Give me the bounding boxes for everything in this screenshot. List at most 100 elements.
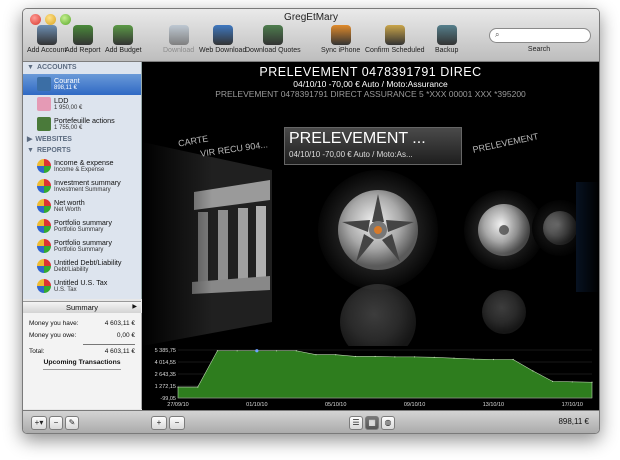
report-item[interactable]: Investment summary Investment Summary — [23, 176, 141, 197]
reports-header[interactable]: ▼ REPORTS — [27, 147, 71, 154]
app-window: GregEtMary Add Account Add Report Add Budg… — [22, 8, 600, 434]
report-item[interactable]: payeePayee Summary — [23, 296, 141, 299]
chart-x-tick: 05/10/10 — [325, 402, 346, 408]
chart-x-tick: 17/10/10 — [562, 402, 583, 408]
summary-total-row: Total: 4 603,11 € — [29, 348, 135, 355]
chart-y-tick: 2 643,35 — [155, 372, 176, 378]
cover-flow-view-icon[interactable]: ▦ — [365, 416, 379, 430]
report-type: Investment Summary — [54, 187, 111, 193]
report-name: Investment summary — [54, 178, 121, 187]
search-input[interactable]: ⌕ — [489, 28, 591, 43]
balance-point — [374, 355, 376, 358]
account-item[interactable]: Portefeuille actions 1 755,00 € — [23, 114, 141, 135]
backup-button[interactable]: Backup — [435, 25, 458, 59]
balance-point — [295, 350, 297, 352]
account-name: Courant — [54, 76, 80, 85]
pie-chart-icon — [37, 259, 51, 273]
disclosure-open-icon: ▼ — [27, 147, 34, 154]
bank-icon — [36, 25, 57, 45]
accounts-header[interactable]: ▼ ACCOUNTS — [27, 64, 77, 71]
balance-point — [394, 356, 396, 358]
divider — [43, 369, 121, 370]
balance-point — [216, 350, 219, 352]
chart-view-icon[interactable]: ◍ — [381, 416, 395, 430]
report-name: payee — [54, 298, 74, 299]
websites-header[interactable]: ▶ WEBSITES — [27, 135, 72, 143]
transaction-details: 04/10/10 -70,00 € Auto / Moto:Assurance — [293, 79, 448, 89]
balance-area[interactable] — [177, 350, 593, 399]
report-item[interactable]: Portfolio summary Portfolio Summary — [23, 216, 141, 237]
chart-y-tick: 4 014,55 — [155, 360, 176, 366]
balance-point — [551, 380, 554, 382]
piggybank-icon — [37, 97, 51, 111]
account-name: LDD — [54, 96, 69, 105]
balance-point — [354, 355, 357, 358]
report-name: Untitled Debt/Liability — [54, 258, 122, 267]
current-date-marker[interactable] — [255, 349, 259, 353]
summary-have-value: 4 603,11 € — [104, 320, 135, 327]
web-download-button[interactable]: Web Download — [199, 25, 246, 59]
balance-point — [433, 356, 435, 358]
summary-have-label: Money you have: — [29, 320, 79, 327]
add-report-button[interactable]: Add Report — [65, 25, 100, 59]
reports-header-label: REPORTS — [36, 147, 71, 154]
toolbar-button-label: Confirm Scheduled — [365, 47, 425, 54]
account-balance: 898,11 € — [54, 85, 77, 91]
summary-divider — [83, 344, 135, 345]
iphone-icon — [330, 25, 351, 45]
report-name: Portfolio summary — [54, 218, 112, 227]
report-type: Portfolio Summary — [54, 227, 104, 233]
download-quotes-button[interactable]: Download Quotes — [245, 25, 301, 59]
toolbar-button-label: Sync iPhone — [321, 47, 361, 54]
report-item[interactable]: Income & expense Income & Expense — [23, 156, 141, 177]
list-view-icon[interactable]: ☰ — [349, 416, 363, 430]
account-item[interactable]: LDD 1 950,00 € — [23, 94, 141, 115]
balance-point — [591, 381, 593, 383]
websites-header-label: WEBSITES — [35, 136, 72, 143]
add-account-button[interactable]: Add Account — [27, 25, 66, 59]
report-item[interactable]: Net worth Net Worth — [23, 196, 141, 217]
pie-chart-icon — [37, 199, 51, 213]
upcoming-transactions-link[interactable]: Upcoming Transactions — [23, 359, 141, 366]
cover-flow[interactable]: PRELEVEMENT ... 04/10/10 -70,00 € Auto /… — [142, 122, 599, 360]
add-account-menu-button[interactable]: +▾ — [31, 416, 47, 430]
summary-owe-label: Money you owe: — [29, 332, 77, 339]
account-item[interactable]: Courant 898,11 € — [23, 74, 141, 95]
pie-chart-icon — [37, 159, 51, 173]
report-item[interactable]: Untitled U.S. Tax U.S. Tax — [23, 276, 141, 297]
balance-point — [512, 358, 514, 361]
selected-transaction-card[interactable]: PRELEVEMENT ... 04/10/10 -70,00 € Auto /… — [284, 127, 462, 165]
report-name: Untitled U.S. Tax — [54, 278, 108, 287]
report-item[interactable]: Untitled Debt/Liability Debt/Liability — [23, 256, 141, 277]
report-name: Portfolio summary — [54, 238, 112, 247]
add-transaction-button[interactable]: + — [151, 416, 167, 430]
report-type: Net Worth — [54, 207, 81, 213]
search-label: Search — [527, 46, 551, 53]
balance-point — [197, 386, 199, 388]
titlebar: GregEtMary Add Account Add Report Add Budg… — [23, 9, 599, 62]
report-item[interactable]: Portfolio summary Portfolio Summary — [23, 236, 141, 257]
portfolio-icon — [37, 117, 51, 131]
quotes-icon — [262, 25, 283, 45]
transaction-description: PRELEVEMENT 0478391791 DIRECT ASSURANCE … — [215, 89, 526, 99]
window-title: GregEtMary — [284, 12, 338, 23]
balance-chart[interactable]: 5 385,754 014,552 643,351 272,15-99,0527… — [142, 346, 599, 410]
report-name: Income & expense — [54, 158, 114, 167]
calendar-icon — [384, 25, 405, 45]
wheel-cover[interactable] — [318, 170, 438, 290]
download-button[interactable]: Download — [163, 25, 194, 59]
add-budget-button[interactable]: Add Budget — [105, 25, 142, 59]
sidebar: ▼ ACCOUNTS Courant 898,11 € LDD 1 950,00 € Po… — [23, 62, 142, 299]
balance-point — [236, 350, 238, 352]
report-type: U.S. Tax — [54, 287, 77, 293]
report-name: Net worth — [54, 198, 85, 207]
edit-account-button[interactable]: ✎ — [65, 416, 79, 430]
remove-account-button[interactable]: − — [49, 416, 63, 430]
toolbar-button-label: Download Quotes — [245, 47, 301, 54]
sync-iphone-button[interactable]: Sync iPhone — [321, 25, 360, 59]
confirm-scheduled-button[interactable]: Confirm Scheduled — [365, 25, 425, 59]
pie-chart-icon — [37, 279, 51, 293]
search-icon: ⌕ — [495, 30, 500, 39]
summary-owe-row: Money you owe: 0,00 € — [29, 332, 135, 339]
remove-transaction-button[interactable]: − — [169, 416, 185, 430]
